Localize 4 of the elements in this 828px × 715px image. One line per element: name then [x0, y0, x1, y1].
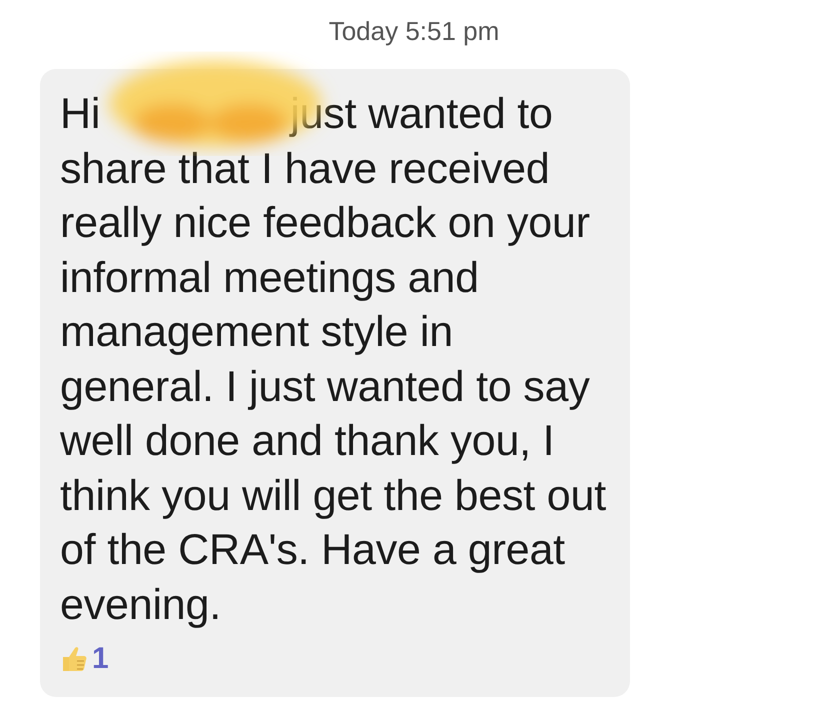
- message-text: Hi just wanted to share that I have received really nice feedback on your informal meetings and management style in general. I just wanted to say well done and thank you, I think you will get the best out of the CRA's. Have a great evening.: [60, 89, 607, 630]
- reaction[interactable]: 1: [60, 642, 109, 676]
- timestamp: Today 5:51 pm: [328, 16, 500, 47]
- reaction-count: 1: [92, 642, 109, 676]
